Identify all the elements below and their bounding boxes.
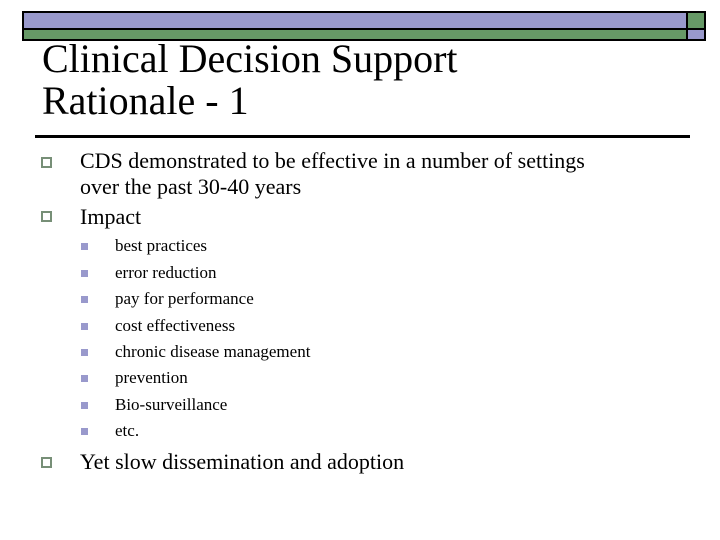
- banner-corner-green: [688, 13, 704, 28]
- filled-square-bullet-icon: [81, 296, 88, 303]
- filled-square-bullet-icon: [81, 243, 88, 250]
- filled-square-bullet-icon: [81, 375, 88, 382]
- hollow-square-bullet-icon: [41, 457, 52, 468]
- bullet-item: Impact: [80, 204, 141, 230]
- bullet-text-continued: over the past 30-40 years: [80, 174, 302, 199]
- title-underline: [35, 135, 690, 138]
- bullet-text: Yet slow dissemination and adoption: [80, 449, 405, 474]
- sub-bullet-item: etc.: [115, 421, 140, 440]
- banner-corner-purple: [688, 30, 704, 39]
- sub-bullet-item: cost effectiveness: [115, 316, 236, 335]
- filled-square-bullet-icon: [81, 270, 88, 277]
- sub-bullet-item: chronic disease management: [115, 342, 311, 361]
- filled-square-bullet-icon: [81, 323, 88, 330]
- sub-bullet-item: best practices: [115, 236, 208, 255]
- hollow-square-bullet-icon: [41, 157, 52, 168]
- sub-bullet-item: prevention: [115, 368, 188, 387]
- bullet-item: Yet slow dissemination and adoption: [80, 449, 404, 475]
- slide-title: Clinical Decision Support Rationale - 1: [42, 38, 682, 122]
- banner-purple-band: [24, 13, 686, 28]
- bullet-item: CDS demonstrated to be effective in a nu…: [80, 148, 585, 200]
- filled-square-bullet-icon: [81, 428, 88, 435]
- filled-square-bullet-icon: [81, 349, 88, 356]
- title-line-2: Rationale - 1: [42, 78, 249, 123]
- title-line-1: Clinical Decision Support: [42, 36, 458, 81]
- sub-bullet-item: error reduction: [115, 263, 217, 282]
- bullet-text: Impact: [80, 204, 142, 229]
- sub-bullet-item: pay for performance: [115, 289, 254, 308]
- filled-square-bullet-icon: [81, 402, 88, 409]
- bullet-text: CDS demonstrated to be effective in a nu…: [80, 148, 585, 173]
- hollow-square-bullet-icon: [41, 211, 52, 222]
- sub-bullet-item: Bio-surveillance: [115, 395, 228, 414]
